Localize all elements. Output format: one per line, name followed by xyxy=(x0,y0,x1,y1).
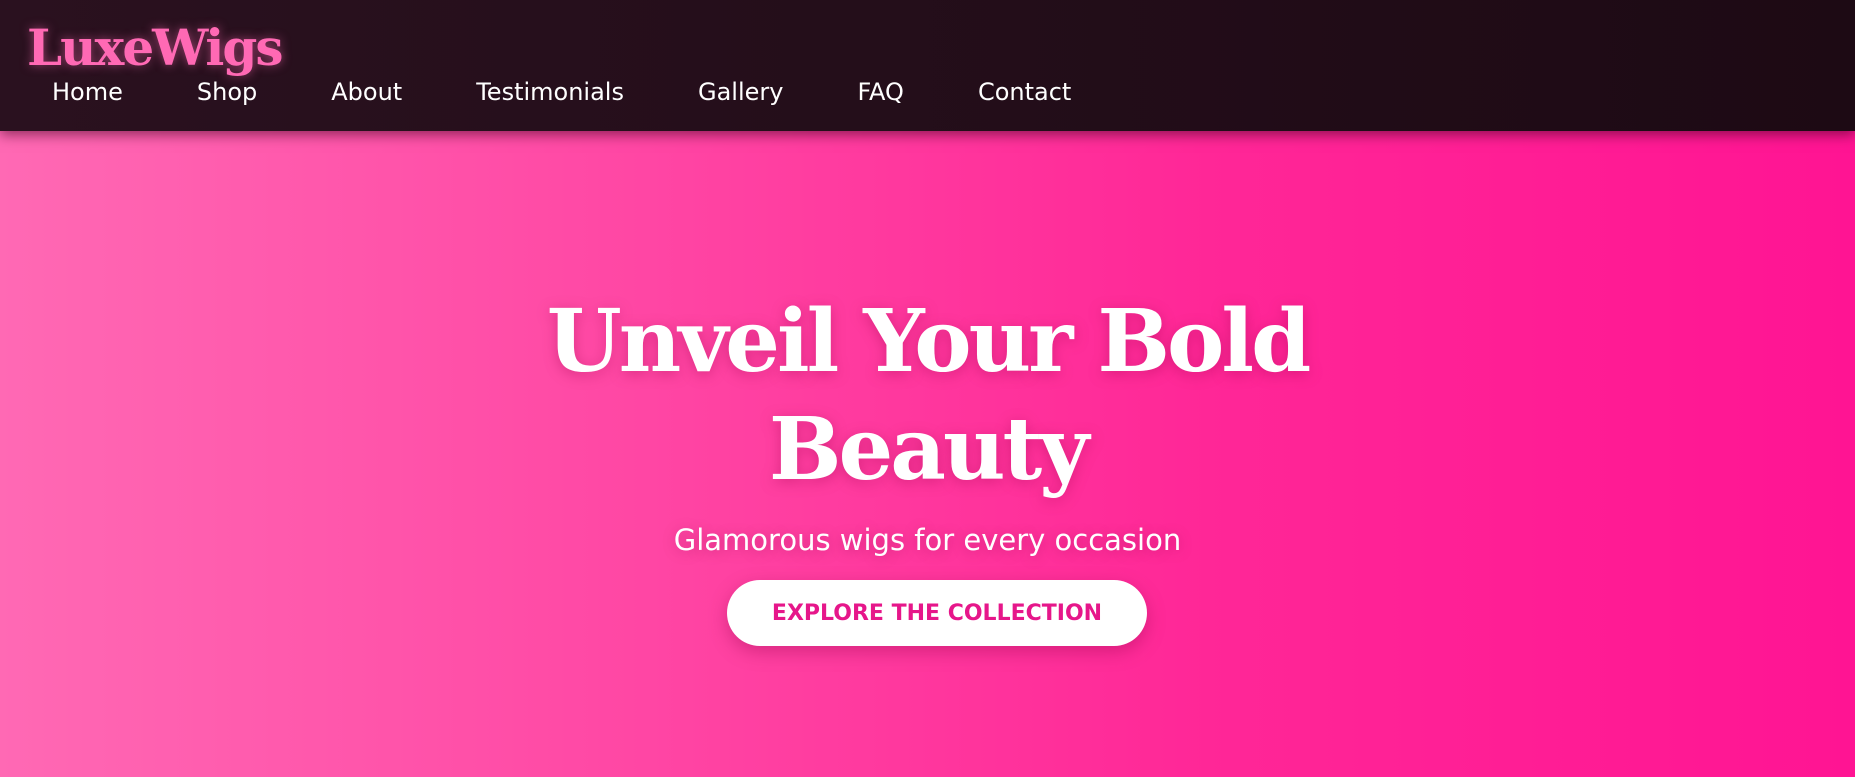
logo[interactable]: LuxeWigs xyxy=(27,18,284,78)
nav-link-shop[interactable]: Shop xyxy=(197,78,257,107)
nav-link-faq[interactable]: FAQ xyxy=(857,78,904,107)
explore-collection-button[interactable]: EXPLORE THE COLLECTION xyxy=(727,580,1147,646)
hero-title: Unveil Your Bold Beauty xyxy=(0,288,1855,504)
hero-section: Unveil Your Bold Beauty Glamorous wigs f… xyxy=(0,131,1855,777)
nav-link-home[interactable]: Home xyxy=(52,78,123,107)
hero-title-line-1: Unveil Your Bold xyxy=(546,291,1311,392)
main-nav: Home Shop About Testimonials Gallery FAQ… xyxy=(52,78,1071,107)
nav-link-contact[interactable]: Contact xyxy=(978,78,1071,107)
hero-title-line-2: Beauty xyxy=(768,399,1089,500)
nav-link-gallery[interactable]: Gallery xyxy=(698,78,783,107)
nav-link-about[interactable]: About xyxy=(331,78,402,107)
hero-subtitle: Glamorous wigs for every occasion xyxy=(673,523,1182,557)
nav-link-testimonials[interactable]: Testimonials xyxy=(476,78,624,107)
site-header: LuxeWigs Home Shop About Testimonials Ga… xyxy=(0,0,1855,131)
